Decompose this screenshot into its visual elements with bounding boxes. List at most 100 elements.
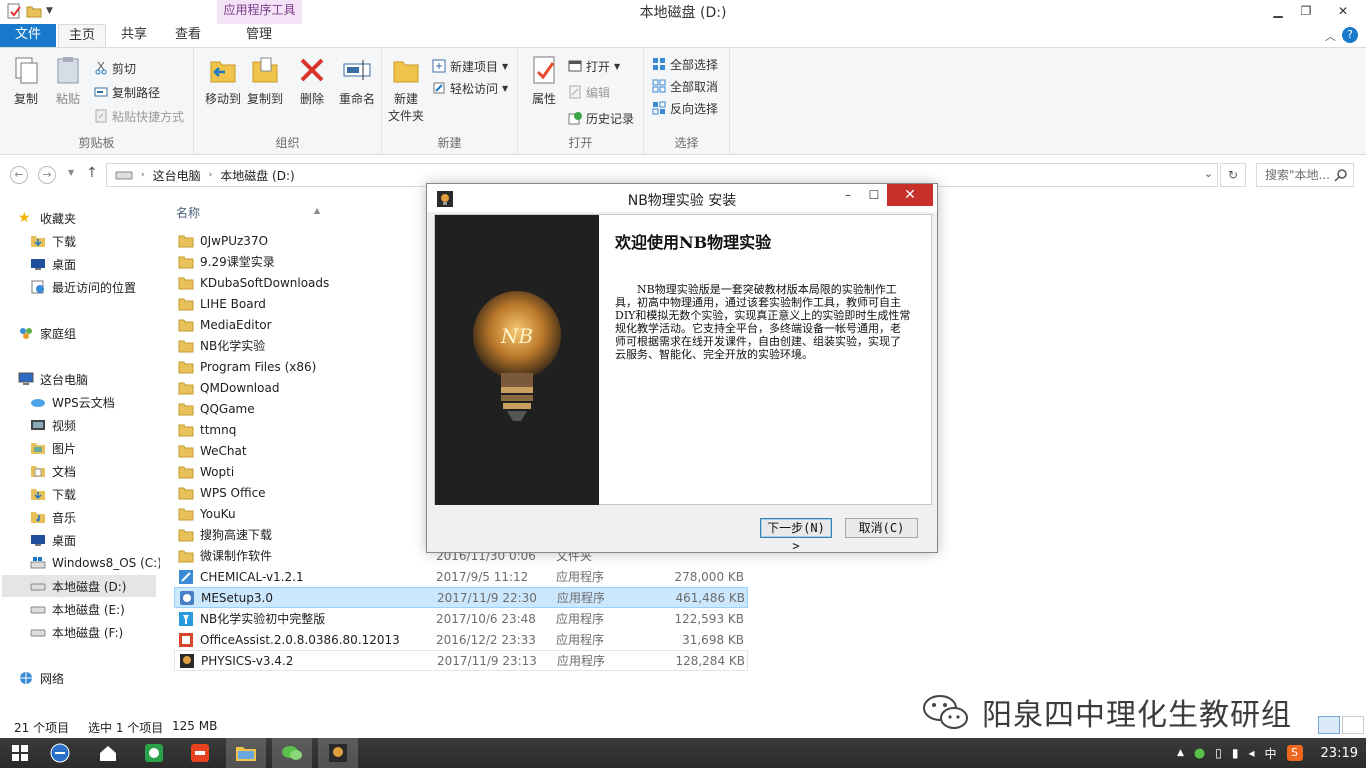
easy-access-button[interactable]: 轻松访问 ▼ bbox=[432, 78, 508, 98]
taskbar-physics-installer[interactable] bbox=[318, 738, 358, 768]
file-size: 278,000 KB bbox=[674, 569, 744, 584]
details-view-icon[interactable] bbox=[1318, 716, 1340, 734]
paste-icon bbox=[57, 57, 79, 84]
edit-button[interactable]: 编辑 bbox=[568, 82, 610, 102]
file-row-selected[interactable]: MESetup3.0 2017/11/9 22:30 应用程序 461,486 … bbox=[174, 587, 748, 608]
taskbar-browser[interactable] bbox=[40, 738, 80, 768]
tray-volume-icon[interactable]: ◂ bbox=[1248, 746, 1254, 760]
new-folder-button[interactable]: 新建 文件夹 bbox=[386, 54, 426, 124]
file-name: NB化学实验 bbox=[200, 339, 266, 353]
column-header-name[interactable]: 名称 ▲ bbox=[176, 204, 320, 221]
watermark-text: 阳泉四中理化生教研组 bbox=[982, 698, 1292, 733]
tab-manage[interactable]: 管理 bbox=[230, 24, 288, 47]
up-button[interactable]: ↑ bbox=[86, 165, 98, 181]
tab-view[interactable]: 查看 bbox=[164, 24, 212, 47]
recent-locations-icon[interactable]: ▼ bbox=[68, 168, 74, 177]
downloads-icon bbox=[31, 489, 45, 500]
nav-drive-c[interactable]: Windows8_OS (C:) bbox=[30, 552, 162, 574]
file-row[interactable]: PHYSICS-v3.4.2 2017/11/9 23:13 应用程序 128,… bbox=[174, 650, 748, 671]
next-button[interactable]: 下一步(N) > bbox=[760, 518, 832, 553]
forward-button[interactable]: → bbox=[38, 166, 56, 184]
delete-icon bbox=[300, 58, 324, 82]
tray-battery-icon[interactable]: ▯ bbox=[1215, 746, 1222, 760]
large-icons-view-icon[interactable] bbox=[1342, 716, 1364, 734]
select-none-button[interactable]: 全部取消 bbox=[652, 76, 718, 96]
tab-share[interactable]: 共享 bbox=[110, 24, 158, 47]
file-row[interactable]: OfficeAssist.2.0.8.0386.80.12013 2016/12… bbox=[174, 629, 748, 650]
maximize-icon[interactable]: ❐ bbox=[1292, 0, 1320, 22]
taskbar-explorer[interactable] bbox=[226, 738, 266, 768]
tray-sogou-icon[interactable]: S bbox=[1286, 745, 1303, 761]
taskbar-clock[interactable]: 23:19 bbox=[1321, 746, 1358, 761]
nav-videos[interactable]: 视频 bbox=[30, 414, 76, 436]
help-icon[interactable]: ? bbox=[1342, 27, 1358, 43]
nav-drive-f[interactable]: 本地磁盘 (F:) bbox=[30, 621, 123, 643]
tray-network-icon[interactable]: ▮ bbox=[1232, 746, 1239, 760]
nav-this-pc[interactable]: 这台电脑 bbox=[18, 368, 88, 390]
new-item-button[interactable]: 新建项目 ▼ bbox=[432, 56, 508, 76]
file-name: 9.29课堂实录 bbox=[200, 255, 275, 269]
nav-drive-e[interactable]: 本地磁盘 (E:) bbox=[30, 598, 125, 620]
nav-downloads[interactable]: 下载 bbox=[30, 230, 76, 252]
physics-app-icon bbox=[329, 744, 347, 762]
nav-music[interactable]: 音乐 bbox=[30, 506, 76, 528]
nav-desktop-pc[interactable]: 桌面 bbox=[30, 529, 76, 551]
properties-button[interactable]: 属性 bbox=[524, 54, 564, 107]
nav-documents[interactable]: 文档 bbox=[30, 460, 76, 482]
copy-to-button[interactable]: 复制到 bbox=[242, 54, 288, 107]
copy-path-label: 复制路径 bbox=[112, 85, 161, 100]
nav-recent[interactable]: 最近访问的位置 bbox=[30, 276, 136, 298]
drive-icon bbox=[115, 171, 133, 180]
tray-ime-indicator[interactable]: 中 bbox=[1265, 745, 1277, 762]
nav-downloads-pc[interactable]: 下载 bbox=[30, 483, 76, 505]
dialog-close-icon[interactable]: ✕ bbox=[887, 184, 933, 206]
file-name: NB化学实验初中完整版 bbox=[200, 612, 326, 626]
back-button[interactable]: ← bbox=[10, 166, 28, 184]
file-row[interactable]: CHEMICAL-v1.2.1 2017/9/5 11:12 应用程序 278,… bbox=[174, 566, 748, 587]
ribbon-expand-icon[interactable]: ︿ bbox=[1325, 28, 1336, 44]
history-button[interactable]: 历史记录 bbox=[568, 108, 634, 128]
tray-wechat-icon[interactable]: ● bbox=[1194, 746, 1205, 761]
cancel-button[interactable]: 取消(C) bbox=[845, 518, 918, 538]
dialog-minimize-icon[interactable]: – bbox=[835, 184, 861, 206]
taskbar-home[interactable] bbox=[88, 738, 128, 768]
rename-button[interactable]: 重命名 bbox=[334, 54, 380, 107]
nav-favorites[interactable]: ★ 收藏夹 bbox=[18, 207, 76, 229]
dialog-description: NB物理实验版是一套突破教材版本局限的实验制作工具，初高中物理通用，通过该套实验… bbox=[615, 283, 911, 361]
close-icon[interactable]: ✕ bbox=[1320, 0, 1366, 22]
cut-button[interactable]: 剪切 bbox=[94, 58, 136, 78]
start-button[interactable] bbox=[0, 738, 40, 768]
delete-button[interactable]: 删除 bbox=[292, 54, 332, 107]
copy-path-button[interactable]: 复制路径 bbox=[94, 82, 160, 102]
paste-shortcut-button[interactable]: 粘贴快捷方式 bbox=[94, 106, 184, 126]
nav-desktop[interactable]: 桌面 bbox=[30, 253, 76, 275]
open-button[interactable]: 打开 ▼ bbox=[568, 56, 620, 76]
refresh-button[interactable]: ↻ bbox=[1220, 163, 1246, 187]
nav-network[interactable]: 网络 bbox=[18, 667, 64, 689]
breadcrumb-drive-d[interactable]: 本地磁盘 (D:) bbox=[220, 167, 294, 184]
move-to-button[interactable]: 移动到 bbox=[200, 54, 246, 107]
invert-selection-button[interactable]: 反向选择 bbox=[652, 98, 718, 118]
file-date: 2017/10/6 23:48 bbox=[436, 611, 536, 626]
minimize-icon[interactable]: ▁ bbox=[1264, 0, 1292, 22]
select-all-button[interactable]: 全部选择 bbox=[652, 54, 718, 74]
tray-expand-icon[interactable]: ▲ bbox=[1177, 748, 1184, 758]
search-input[interactable]: 搜索"本地... bbox=[1256, 163, 1354, 187]
paste-button[interactable]: 粘贴 bbox=[48, 54, 88, 107]
nav-homegroup[interactable]: 家庭组 bbox=[18, 322, 76, 344]
taskbar-taobao[interactable] bbox=[180, 738, 220, 768]
copy-button[interactable]: 复制 bbox=[6, 54, 46, 107]
nav-drive-d[interactable]: 本地磁盘 (D:) bbox=[2, 575, 156, 597]
nav-pictures[interactable]: 图片 bbox=[30, 437, 76, 459]
nav-wps-cloud[interactable]: WPS云文档 bbox=[30, 391, 115, 413]
breadcrumb-this-pc[interactable]: 这台电脑 bbox=[153, 167, 201, 184]
tab-home[interactable]: 主页 bbox=[58, 24, 106, 47]
taskbar-app-green[interactable] bbox=[134, 738, 174, 768]
taskbar-wechat[interactable] bbox=[272, 738, 312, 768]
chevron-down-icon: ▼ bbox=[614, 61, 621, 71]
dialog-maximize-icon[interactable]: ☐ bbox=[861, 184, 887, 206]
file-size: 31,698 KB bbox=[682, 632, 744, 647]
tab-file[interactable]: 文件 bbox=[0, 24, 56, 47]
file-row[interactable]: NB化学实验初中完整版 2017/10/6 23:48 应用程序 122,593… bbox=[174, 608, 748, 629]
address-dropdown-icon[interactable]: ⌄ bbox=[1204, 167, 1213, 180]
